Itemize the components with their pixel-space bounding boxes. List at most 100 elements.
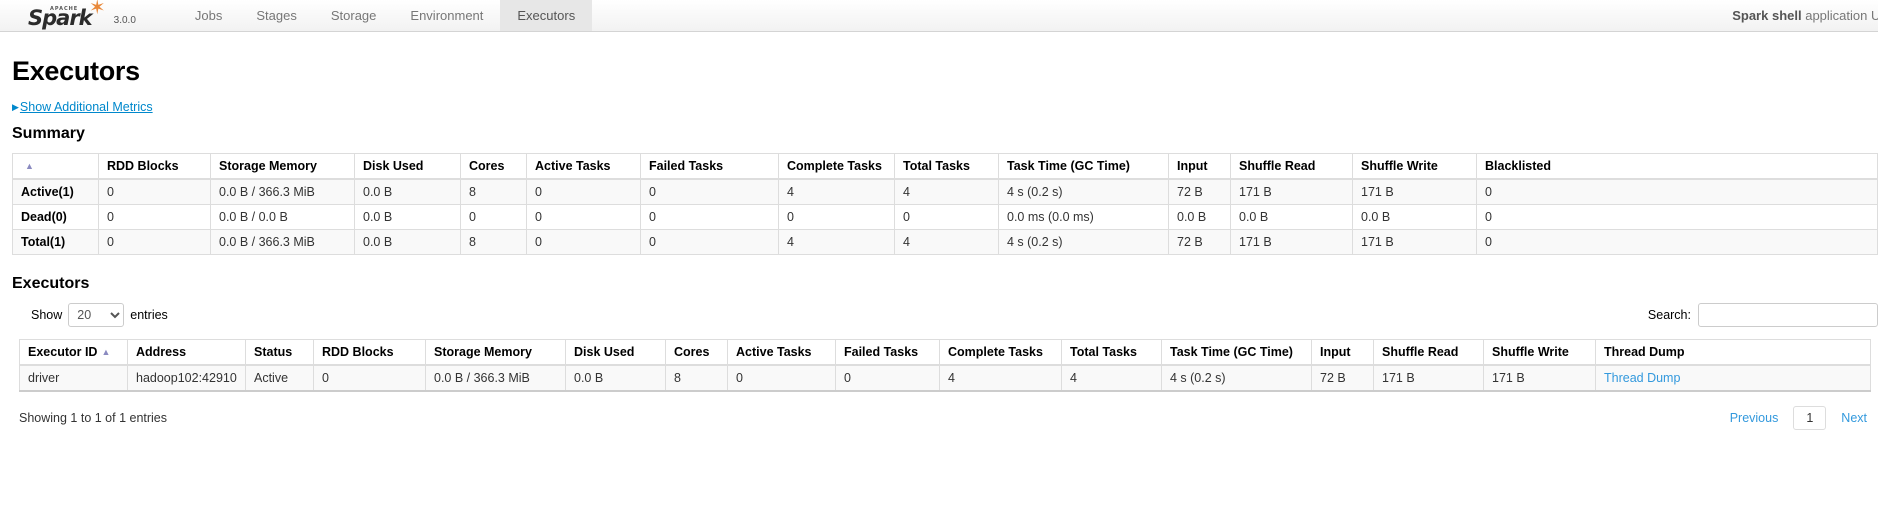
- executors-col-disk-used[interactable]: Disk Used: [566, 340, 666, 366]
- star-icon: ✶: [89, 0, 105, 17]
- page-length-select[interactable]: 20 40 60 100: [68, 303, 124, 327]
- summary-section-title: Summary: [12, 125, 1866, 143]
- page-body: Executors ▶Show Additional Metrics Summa…: [0, 54, 1878, 430]
- summary-cell-active-tasks: 0: [527, 230, 641, 255]
- summary-cell-input: 0.0 B: [1169, 205, 1231, 230]
- executors-col-total-tasks[interactable]: Total Tasks: [1062, 340, 1162, 366]
- summary-cell-storage-memory: 0.0 B / 366.3 MiB: [211, 230, 355, 255]
- summary-col-blacklisted[interactable]: Blacklisted: [1477, 154, 1878, 180]
- executor-id-cell: driver: [20, 365, 128, 391]
- executor-shuffle-read-cell: 171 B: [1374, 365, 1484, 391]
- sort-ascending-icon: ▲: [25, 161, 34, 171]
- executors-col-status[interactable]: Status: [246, 340, 314, 366]
- summary-col-disk-used[interactable]: Disk Used: [355, 154, 461, 180]
- executor-complete-tasks-cell: 4: [940, 365, 1062, 391]
- summary-col-complete-tasks[interactable]: Complete Tasks: [779, 154, 895, 180]
- show-label: Show: [31, 308, 62, 322]
- summary-cell-failed-tasks: 0: [641, 179, 779, 205]
- summary-row-label: Active(1): [13, 179, 99, 205]
- summary-col-rdd-blocks[interactable]: RDD Blocks: [99, 154, 211, 180]
- summary-cell-failed-tasks: 0: [641, 205, 779, 230]
- pagination-next[interactable]: Next: [1830, 407, 1878, 429]
- executor-cores-cell: 8: [666, 365, 728, 391]
- executor-shuffle-write-cell: 171 B: [1484, 365, 1596, 391]
- pagination: Previous 1 Next: [1719, 406, 1878, 430]
- executors-header-row: Executor ID▲ Address Status RDD Blocks S…: [20, 340, 1871, 366]
- executor-address-cell: hadoop102:42910: [128, 365, 246, 391]
- summary-col-cores[interactable]: Cores: [461, 154, 527, 180]
- executors-col-thread-dump[interactable]: Thread Dump: [1596, 340, 1871, 366]
- summary-cell-cores: 8: [461, 179, 527, 205]
- pagination-page-1[interactable]: 1: [1793, 406, 1826, 430]
- nav-tab-jobs[interactable]: Jobs: [178, 0, 239, 31]
- nav-tab-executors[interactable]: Executors: [500, 0, 592, 31]
- executors-col-rdd-blocks[interactable]: RDD Blocks: [314, 340, 426, 366]
- executors-col-storage-memory[interactable]: Storage Memory: [426, 340, 566, 366]
- executor-status-cell: Active: [246, 365, 314, 391]
- datatable-footer: Showing 1 to 1 of 1 entries Previous 1 N…: [12, 406, 1878, 430]
- summary-col-storage-memory[interactable]: Storage Memory: [211, 154, 355, 180]
- summary-col-blank[interactable]: ▲: [13, 154, 99, 180]
- summary-col-failed-tasks[interactable]: Failed Tasks: [641, 154, 779, 180]
- summary-cell-disk-used: 0.0 B: [355, 179, 461, 205]
- entries-label: entries: [130, 308, 168, 322]
- application-name: Spark shell: [1732, 8, 1801, 23]
- summary-col-shuffle-write[interactable]: Shuffle Write: [1353, 154, 1477, 180]
- executors-col-input[interactable]: Input: [1312, 340, 1374, 366]
- summary-table-head: ▲ RDD Blocks Storage Memory Disk Used Co…: [13, 154, 1878, 180]
- summary-cell-blacklisted: 0: [1477, 179, 1878, 205]
- caret-right-icon: ▶: [12, 102, 19, 113]
- spark-logo-icon[interactable]: APACHE Spark ✶: [28, 7, 92, 29]
- apache-label: APACHE: [50, 0, 78, 20]
- executors-col-task-time[interactable]: Task Time (GC Time): [1162, 340, 1312, 366]
- summary-col-total-tasks[interactable]: Total Tasks: [895, 154, 999, 180]
- executors-col-executor-id-label: Executor ID: [28, 345, 97, 359]
- executors-col-failed-tasks[interactable]: Failed Tasks: [836, 340, 940, 366]
- executor-input-cell: 72 B: [1312, 365, 1374, 391]
- application-ui-suffix: application UI: [1805, 8, 1878, 23]
- summary-col-task-time[interactable]: Task Time (GC Time): [999, 154, 1169, 180]
- summary-cell-blacklisted: 0: [1477, 205, 1878, 230]
- summary-cell-shuffle-write: 171 B: [1353, 179, 1477, 205]
- search-input[interactable]: [1698, 303, 1878, 327]
- executor-disk-used-cell: 0.0 B: [566, 365, 666, 391]
- summary-col-shuffle-read[interactable]: Shuffle Read: [1231, 154, 1353, 180]
- nav-tab-stages[interactable]: Stages: [239, 0, 313, 31]
- page-title: Executors: [12, 54, 1866, 88]
- summary-cell-total-tasks: 0: [895, 205, 999, 230]
- show-additional-metrics-toggle[interactable]: ▶Show Additional Metrics: [12, 100, 1866, 114]
- executor-failed-tasks-cell: 0: [836, 365, 940, 391]
- summary-cell-rdd-blocks: 0: [99, 205, 211, 230]
- summary-cell-total-tasks: 4: [895, 179, 999, 205]
- summary-table-body: Active(1) 0 0.0 B / 366.3 MiB 0.0 B 8 0 …: [13, 179, 1878, 255]
- summary-col-active-tasks[interactable]: Active Tasks: [527, 154, 641, 180]
- spark-brand[interactable]: APACHE Spark ✶ 3.0.0: [0, 0, 136, 31]
- executor-rdd-blocks-cell: 0: [314, 365, 426, 391]
- executors-col-active-tasks[interactable]: Active Tasks: [728, 340, 836, 366]
- spark-version-label: 3.0.0: [114, 15, 136, 29]
- nav-tab-storage[interactable]: Storage: [314, 0, 394, 31]
- executors-col-complete-tasks[interactable]: Complete Tasks: [940, 340, 1062, 366]
- executors-col-address[interactable]: Address: [128, 340, 246, 366]
- show-additional-metrics-link[interactable]: Show Additional Metrics: [20, 100, 153, 114]
- executor-storage-memory-cell: 0.0 B / 366.3 MiB: [426, 365, 566, 391]
- summary-cell-shuffle-read: 171 B: [1231, 230, 1353, 255]
- table-row: Total(1) 0 0.0 B / 366.3 MiB 0.0 B 8 0 0…: [13, 230, 1878, 255]
- executors-col-shuffle-read[interactable]: Shuffle Read: [1374, 340, 1484, 366]
- summary-cell-input: 72 B: [1169, 230, 1231, 255]
- executors-col-shuffle-write[interactable]: Shuffle Write: [1484, 340, 1596, 366]
- top-navbar: APACHE Spark ✶ 3.0.0 Jobs Stages Storage…: [0, 0, 1878, 32]
- executor-thread-dump-cell: Thread Dump: [1596, 365, 1871, 391]
- summary-header-row: ▲ RDD Blocks Storage Memory Disk Used Co…: [13, 154, 1878, 180]
- executors-col-executor-id[interactable]: Executor ID▲: [20, 340, 128, 366]
- nav-tab-environment[interactable]: Environment: [393, 0, 500, 31]
- summary-cell-complete-tasks: 0: [779, 205, 895, 230]
- summary-col-input[interactable]: Input: [1169, 154, 1231, 180]
- summary-cell-input: 72 B: [1169, 179, 1231, 205]
- thread-dump-link[interactable]: Thread Dump: [1604, 371, 1680, 385]
- executors-col-cores[interactable]: Cores: [666, 340, 728, 366]
- executor-total-tasks-cell: 4: [1062, 365, 1162, 391]
- pagination-previous[interactable]: Previous: [1719, 407, 1790, 429]
- application-title: Spark shell application UI: [1732, 8, 1878, 23]
- summary-cell-task-time: 4 s (0.2 s): [999, 230, 1169, 255]
